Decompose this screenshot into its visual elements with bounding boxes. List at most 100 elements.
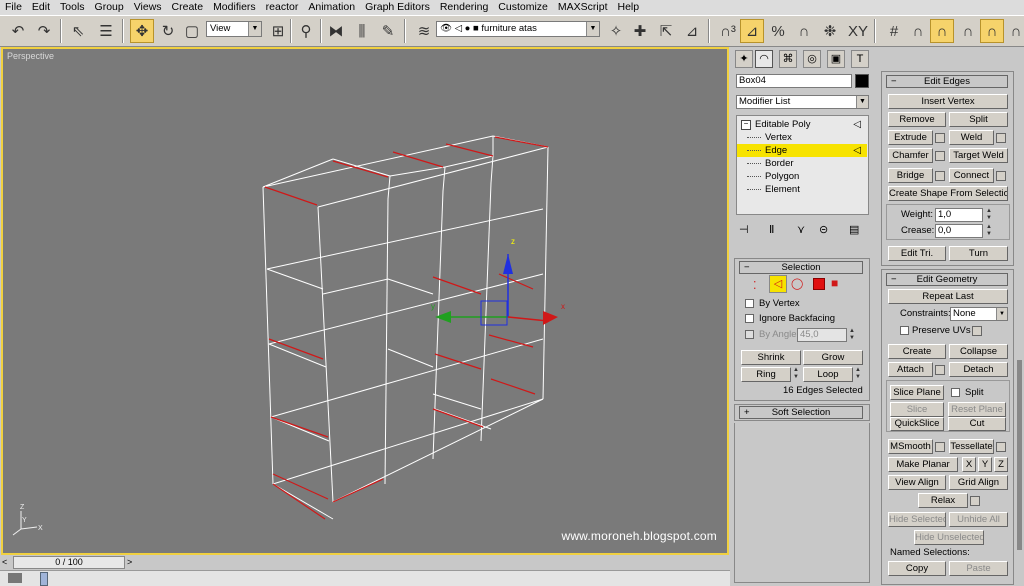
menu-customize[interactable]: Customize [493, 0, 553, 15]
menu-help[interactable]: Help [613, 0, 645, 15]
hide-selected-button[interactable]: Hide Selected [888, 512, 946, 527]
utilities-tab-icon[interactable]: T [851, 50, 869, 68]
collapse-icon[interactable]: − [741, 120, 751, 130]
stack-subobject-element[interactable]: Element [737, 183, 867, 196]
make-unique-icon[interactable]: ⋎ [797, 223, 805, 236]
stack-subobject-edge[interactable]: Edge ◁ [737, 144, 867, 157]
select-in-layer-icon[interactable]: ⇱ [654, 19, 678, 43]
menu-graph-editors[interactable]: Graph Editors [360, 0, 435, 15]
stack-root-editable-poly[interactable]: − Editable Poly ◁ [737, 118, 867, 131]
set-current-layer-icon[interactable]: ⊿ [680, 19, 704, 43]
menu-reactor[interactable]: reactor [261, 0, 304, 15]
edit-edges-header[interactable]: − Edit Edges [886, 75, 1008, 88]
object-color-swatch[interactable] [855, 74, 869, 88]
soft-selection-header[interactable]: + Soft Selection [739, 406, 863, 419]
menu-animation[interactable]: Animation [303, 0, 360, 15]
weight-field[interactable]: 1,0 [935, 208, 983, 222]
align-icon[interactable]: ⫼ [350, 19, 374, 43]
detach-button[interactable]: Detach [949, 362, 1008, 377]
menu-tools[interactable]: Tools [55, 0, 90, 15]
next-frame-icon[interactable]: > [127, 557, 137, 568]
hierarchy-tab-icon[interactable]: ⌘ [779, 50, 797, 68]
by-vertex-checkbox[interactable] [745, 299, 754, 308]
edit-named-sets-icon[interactable]: ❉ [818, 19, 842, 43]
tessellate-button[interactable]: Tessellate [949, 439, 994, 454]
weight-spinner[interactable]: ▲ ▼ [985, 208, 993, 222]
edit-tri-button[interactable]: Edit Tri. [888, 246, 946, 261]
magnet-e-icon[interactable]: ∩ [1004, 19, 1024, 43]
cut-button[interactable]: Cut [948, 417, 1006, 431]
prev-frame-icon[interactable]: < [2, 557, 12, 568]
planar-y-button[interactable]: Y [978, 457, 992, 472]
select-by-name-icon[interactable]: ☰ [94, 19, 118, 43]
grow-button[interactable]: Grow [803, 350, 863, 365]
connect-button[interactable]: Connect [949, 168, 994, 183]
create-layer-icon[interactable]: ✧ [604, 19, 628, 43]
magnet-b-icon[interactable]: ∩ [930, 19, 954, 43]
chamfer-settings-icon[interactable] [935, 151, 945, 161]
named-selection-icon[interactable]: ✎ [376, 19, 400, 43]
by-angle-field[interactable]: 45,0 [797, 328, 847, 342]
remove-button[interactable]: Remove [888, 112, 946, 127]
select-move-icon[interactable]: ✥ [130, 19, 154, 43]
menu-group[interactable]: Group [90, 0, 129, 15]
ignore-backfacing-checkbox[interactable] [745, 314, 754, 323]
repeat-last-button[interactable]: Repeat Last [888, 289, 1008, 304]
preserve-uvs-checkbox[interactable] [900, 326, 909, 335]
pin-stack-icon[interactable]: ⊣ [739, 223, 749, 236]
relax-button[interactable]: Relax [918, 493, 968, 508]
collapse-button[interactable]: Collapse [949, 344, 1008, 359]
select-scale-icon[interactable]: ▢ [180, 19, 204, 43]
undo-icon[interactable]: ↶ [6, 19, 30, 43]
extrude-settings-icon[interactable] [935, 133, 945, 143]
grid-snap-icon[interactable]: # [882, 19, 906, 43]
weld-settings-icon[interactable] [996, 133, 1006, 143]
spinner-snap-icon[interactable]: ∩ [792, 19, 816, 43]
select-object-icon[interactable]: ⇖ [66, 19, 90, 43]
msmooth-button[interactable]: MSmooth [888, 439, 933, 454]
angle-snap-icon[interactable]: ⊿ [740, 19, 764, 43]
crease-spinner[interactable]: ▲ ▼ [985, 224, 993, 238]
menu-views[interactable]: Views [129, 0, 167, 15]
menu-rendering[interactable]: Rendering [435, 0, 493, 15]
polygon-mode-icon[interactable] [813, 278, 825, 290]
modify-tab-icon[interactable]: ◠ [755, 50, 773, 68]
create-button[interactable]: Create [888, 344, 946, 359]
vertex-mode-icon[interactable]: ⁚ [753, 279, 757, 292]
menu-modifiers[interactable]: Modifiers [208, 0, 261, 15]
constraints-dropdown[interactable]: None ▼ [950, 307, 1008, 321]
loop-spinner[interactable]: ▲ ▼ [854, 367, 862, 381]
msmooth-settings-icon[interactable] [935, 442, 945, 452]
reference-coord-dropdown[interactable]: View ▼ [206, 21, 262, 37]
relax-settings-icon[interactable] [970, 496, 980, 506]
display-tab-icon[interactable]: ▣ [827, 50, 845, 68]
mirror-icon[interactable]: ⧓ [324, 19, 348, 43]
bridge-settings-icon[interactable] [935, 171, 945, 181]
mirror-xy-icon[interactable]: XY [846, 19, 870, 43]
edge-mode-icon[interactable]: ◁ [769, 275, 787, 293]
stack-subobject-vertex[interactable]: Vertex [737, 131, 867, 144]
chamfer-button[interactable]: Chamfer [888, 148, 933, 163]
attach-button[interactable]: Attach [888, 362, 933, 377]
target-weld-button[interactable]: Target Weld [949, 148, 1008, 163]
split-edges-button[interactable]: Split [949, 112, 1008, 127]
snaps-3d-icon[interactable]: ∩³ [716, 19, 740, 43]
create-tab-icon[interactable]: ✦ [735, 50, 753, 68]
time-slider[interactable]: 0 / 100 [13, 556, 125, 569]
attach-settings-icon[interactable] [935, 365, 945, 375]
unhide-all-button[interactable]: Unhide All [949, 512, 1008, 527]
menu-edit[interactable]: Edit [27, 0, 55, 15]
selection-rollout-header[interactable]: − Selection [739, 261, 863, 274]
configure-modifier-sets-icon[interactable]: ▤ [849, 223, 859, 236]
menu-create[interactable]: Create [167, 0, 209, 15]
create-shape-button[interactable]: Create Shape From Selection [888, 186, 1008, 201]
hide-unselected-button[interactable]: Hide Unselected [914, 530, 984, 545]
add-to-layer-icon[interactable]: ✚ [628, 19, 652, 43]
insert-vertex-button[interactable]: Insert Vertex [888, 94, 1008, 109]
crease-field[interactable]: 0,0 [935, 224, 983, 238]
extrude-button[interactable]: Extrude [888, 130, 933, 145]
ring-button[interactable]: Ring [741, 367, 791, 382]
stack-subobject-border[interactable]: Border [737, 157, 867, 170]
redo-icon[interactable]: ↷ [32, 19, 56, 43]
menu-maxscript[interactable]: MAXScript [553, 0, 613, 15]
